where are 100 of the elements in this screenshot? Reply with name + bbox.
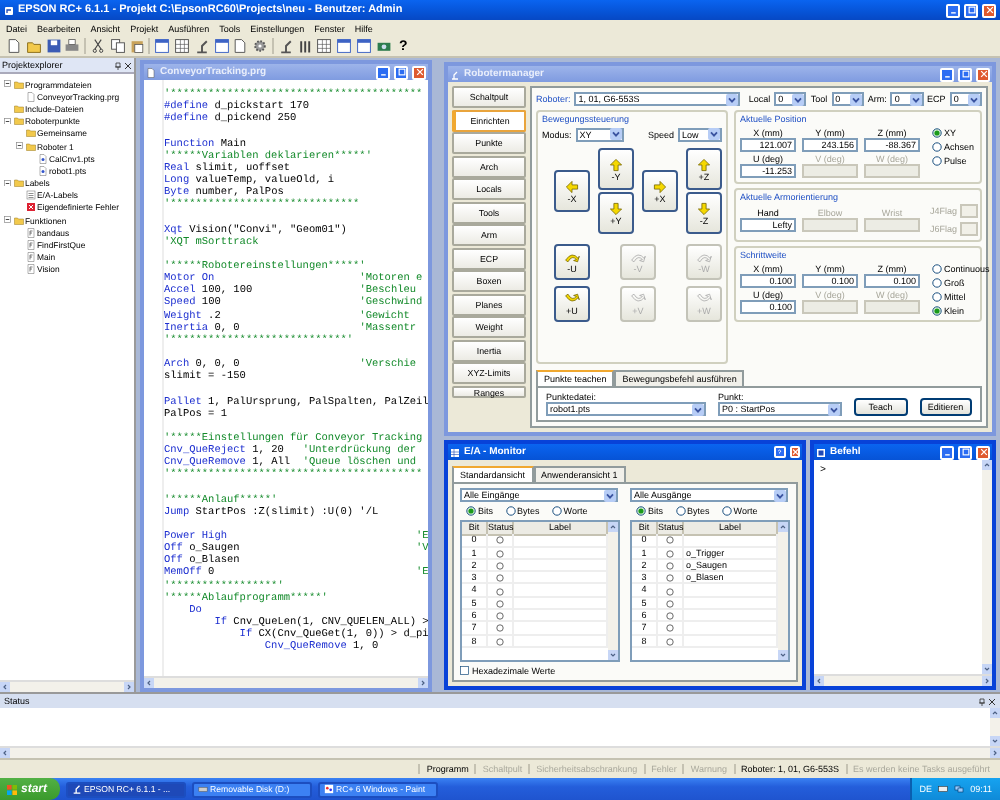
arrow-icon bbox=[564, 179, 580, 193]
horizontal-scrollbar[interactable] bbox=[0, 680, 134, 692]
grid-icon[interactable] bbox=[316, 38, 333, 54]
close-icon[interactable] bbox=[988, 697, 996, 705]
caret-icon bbox=[792, 93, 805, 105]
minimize-button[interactable] bbox=[376, 65, 390, 79]
paint-icon bbox=[323, 784, 334, 794]
caret-icon bbox=[774, 489, 786, 501]
right-arrow-icon[interactable] bbox=[124, 682, 134, 692]
vertical-scrollbar[interactable] bbox=[990, 708, 1000, 746]
folder-icon bbox=[13, 215, 23, 226]
right-arrow-icon[interactable] bbox=[990, 748, 1000, 758]
left-arrow-icon[interactable] bbox=[0, 682, 10, 692]
close-button[interactable] bbox=[976, 67, 990, 81]
copy-icon[interactable] bbox=[109, 38, 126, 54]
gear-icon[interactable] bbox=[252, 38, 269, 54]
window-icon[interactable] bbox=[154, 38, 171, 54]
drive-icon bbox=[197, 784, 208, 794]
minimize-icon bbox=[943, 70, 951, 78]
help-button[interactable] bbox=[774, 446, 785, 458]
curved-arrow-icon bbox=[696, 291, 712, 305]
close-button[interactable] bbox=[789, 446, 800, 458]
printer-icon[interactable] bbox=[64, 38, 81, 54]
down-arrow-icon[interactable] bbox=[982, 664, 992, 674]
caret-icon bbox=[726, 93, 739, 105]
network-icon[interactable] bbox=[954, 784, 965, 794]
left-arrow-icon[interactable] bbox=[144, 678, 154, 688]
caret-icon bbox=[604, 489, 616, 501]
arrow-icon bbox=[608, 157, 624, 171]
arrow-icon bbox=[608, 201, 624, 215]
curved-arrow-icon bbox=[696, 249, 712, 263]
maximize-icon bbox=[397, 68, 405, 76]
up-arrow-icon[interactable] bbox=[982, 460, 992, 470]
close-icon bbox=[985, 6, 993, 14]
expand-toggle[interactable] bbox=[4, 216, 11, 224]
vertical-scrollbar[interactable] bbox=[608, 522, 618, 660]
right-arrow-icon[interactable] bbox=[982, 676, 992, 686]
maximize-icon bbox=[961, 70, 969, 78]
down-arrow-icon[interactable] bbox=[608, 650, 618, 660]
minimize-button[interactable] bbox=[940, 445, 954, 459]
expand-toggle[interactable] bbox=[4, 179, 11, 187]
curved-arrow-icon bbox=[564, 249, 580, 263]
grid-icon[interactable] bbox=[173, 38, 190, 54]
window-icon[interactable] bbox=[213, 38, 230, 54]
close-icon bbox=[415, 68, 423, 76]
window-icon[interactable] bbox=[355, 38, 372, 54]
robot-arm-icon[interactable] bbox=[277, 38, 294, 54]
close-button[interactable] bbox=[976, 445, 990, 459]
down-arrow-icon[interactable] bbox=[778, 650, 788, 660]
vertical-scrollbar[interactable] bbox=[778, 522, 788, 660]
minimize-icon bbox=[949, 6, 957, 14]
close-icon bbox=[979, 448, 987, 456]
minimize-icon bbox=[943, 448, 951, 456]
expand-toggle[interactable] bbox=[4, 117, 11, 125]
close-button[interactable] bbox=[412, 65, 426, 79]
minimize-button[interactable] bbox=[946, 3, 960, 17]
folder-icon[interactable] bbox=[25, 38, 42, 54]
curved-arrow-icon bbox=[630, 291, 646, 305]
camera-icon[interactable] bbox=[375, 38, 392, 54]
document-icon[interactable] bbox=[6, 38, 22, 54]
left-arrow-icon[interactable] bbox=[814, 676, 824, 686]
arrow-icon bbox=[696, 157, 712, 171]
minimize-button[interactable] bbox=[940, 67, 954, 81]
robot-arm-icon[interactable] bbox=[193, 38, 210, 54]
left-arrow-icon[interactable] bbox=[0, 748, 10, 758]
up-arrow-icon[interactable] bbox=[778, 522, 788, 532]
bars-icon[interactable] bbox=[297, 38, 314, 54]
robot-arm-icon bbox=[450, 69, 460, 79]
scissors-icon[interactable] bbox=[89, 38, 106, 54]
pin-icon[interactable] bbox=[978, 697, 986, 705]
error-icon bbox=[25, 202, 35, 213]
pin-icon[interactable] bbox=[114, 61, 122, 69]
vertical-scrollbar[interactable] bbox=[982, 460, 992, 674]
down-arrow-icon[interactable] bbox=[990, 736, 1000, 746]
expand-toggle[interactable] bbox=[16, 142, 23, 150]
curved-arrow-icon bbox=[630, 249, 646, 263]
horizontal-scrollbar[interactable] bbox=[144, 676, 428, 688]
window-icon[interactable] bbox=[336, 38, 353, 54]
caret-icon bbox=[708, 128, 720, 140]
up-arrow-icon[interactable] bbox=[990, 708, 1000, 718]
close-button[interactable] bbox=[982, 3, 996, 17]
minimize-icon bbox=[379, 68, 387, 76]
paste-icon[interactable] bbox=[129, 38, 146, 54]
close-icon bbox=[791, 448, 798, 456]
maximize-button[interactable] bbox=[964, 3, 978, 17]
save-icon[interactable] bbox=[45, 38, 62, 54]
up-arrow-icon[interactable] bbox=[608, 522, 618, 532]
caret-icon bbox=[692, 403, 704, 415]
maximize-button[interactable] bbox=[958, 445, 972, 459]
keyboard-icon[interactable] bbox=[938, 784, 949, 794]
folder-icon bbox=[13, 79, 23, 90]
close-icon[interactable] bbox=[124, 61, 132, 69]
caret-icon bbox=[609, 128, 622, 140]
maximize-button[interactable] bbox=[958, 67, 972, 81]
right-arrow-icon[interactable] bbox=[418, 678, 428, 688]
document-icon[interactable] bbox=[232, 38, 249, 54]
maximize-button[interactable] bbox=[394, 65, 408, 79]
horizontal-scrollbar[interactable] bbox=[0, 746, 1000, 758]
horizontal-scrollbar[interactable] bbox=[814, 674, 992, 686]
expand-toggle[interactable] bbox=[4, 80, 11, 88]
